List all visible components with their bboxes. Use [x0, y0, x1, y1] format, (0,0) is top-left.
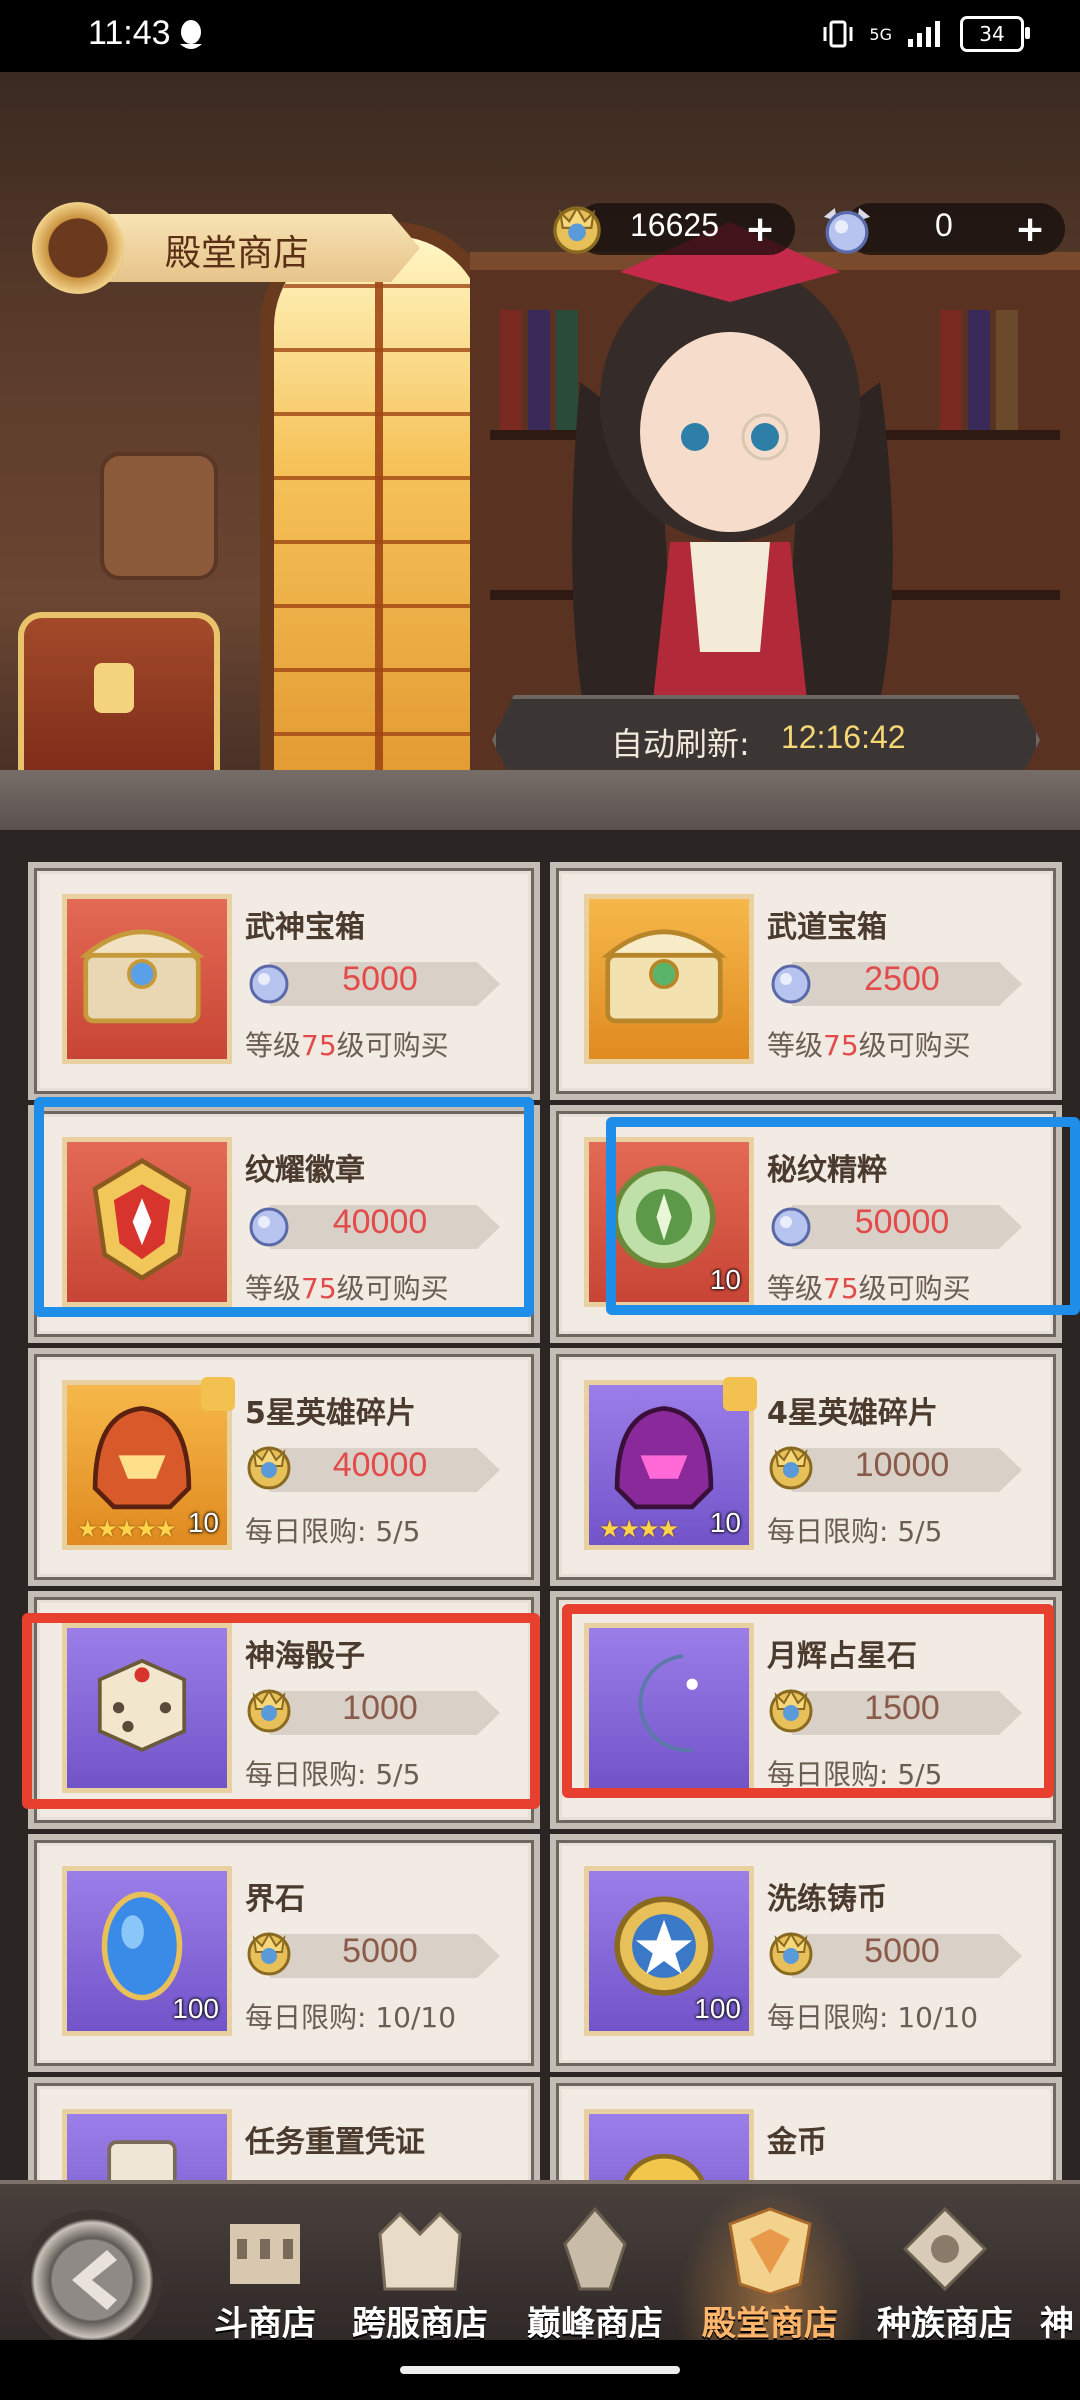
- crystal-orb-icon: [249, 964, 289, 1004]
- crystal-orb-icon: [823, 208, 871, 254]
- colosseum-icon: [230, 2224, 300, 2284]
- page-title: 殿堂商店: [165, 233, 310, 274]
- decor-chest: [18, 612, 220, 794]
- item-name: 金币: [767, 2125, 827, 2160]
- stained-window: [260, 222, 498, 810]
- crown-medal-icon: [769, 1446, 813, 1490]
- tab-label: 斗商店: [214, 2304, 316, 2344]
- treasure-chest-icon: [601, 929, 727, 1024]
- shop-item-card[interactable]: 武道宝箱 2500 等级75级可购买: [550, 862, 1062, 1100]
- item-price: 2500: [864, 960, 940, 998]
- highlight-box-blue: [606, 1117, 1080, 1315]
- battery-indicator: 34: [960, 16, 1030, 52]
- star-rating: ★★★★★: [77, 1515, 177, 1543]
- item-price: 10000: [854, 1446, 950, 1484]
- back-button[interactable]: [22, 2210, 162, 2350]
- treasure-chest-icon: [79, 929, 205, 1024]
- tab-arena-shop[interactable]: 斗商店: [180, 2204, 350, 2344]
- crown-medal-icon: [553, 205, 601, 254]
- star-rating: ★★★★: [599, 1515, 679, 1543]
- fragment-icon: [723, 1377, 757, 1411]
- battery-level: 34: [979, 22, 1005, 46]
- balloon-icon: [32, 202, 124, 294]
- tab-hall-shop[interactable]: 殿堂商店: [675, 2184, 865, 2344]
- item-quantity: 100: [172, 1993, 219, 2024]
- shop-tab-bar: 斗商店 跨服商店 巅峰商店 殿堂商店 种族商店 神: [0, 2180, 1080, 2350]
- item-name: 任务重置凭证: [245, 2125, 425, 2160]
- system-nav-bar: [0, 2340, 1080, 2400]
- status-time: 11:43: [88, 14, 171, 52]
- daily-limit: 每日限购: 5/5: [245, 1515, 421, 1548]
- back-arrow-icon: [72, 2250, 117, 2310]
- tab-label: 神: [1040, 2304, 1074, 2344]
- add-crystal-button[interactable]: +: [1015, 209, 1045, 250]
- item-name: 武神宝箱: [245, 910, 365, 945]
- item-name: 5星英雄碎片: [245, 1396, 416, 1431]
- vibrate-icon: [823, 20, 853, 48]
- counter-top: [0, 770, 1080, 830]
- currency-crystal: 0 +: [815, 197, 1065, 257]
- crown-gate-icon: [378, 2211, 462, 2291]
- item-price: 40000: [332, 1446, 428, 1484]
- network-type: 5G: [869, 24, 892, 44]
- crystal-balance: 0: [935, 207, 953, 243]
- shop-item-card[interactable]: ★★★★ 10 4星英雄碎片 10000 每日限购: 5/5: [550, 1348, 1062, 1586]
- qq-notification-icon: [180, 20, 202, 49]
- daily-limit: 每日限购: 10/10: [245, 2001, 457, 2034]
- purchase-condition: 等级75级可购买: [767, 1029, 971, 1062]
- item-name: 武道宝箱: [767, 910, 887, 945]
- item-price: 5000: [864, 1932, 940, 1970]
- medal-balance: 16625: [630, 207, 719, 243]
- peak-emblem-icon: [563, 2206, 627, 2291]
- tab-race-shop[interactable]: 种族商店: [860, 2204, 1030, 2344]
- crown-medal-icon: [769, 1932, 813, 1976]
- item-price: 5000: [342, 1932, 418, 1970]
- price-tag: 5000: [240, 1924, 510, 1980]
- tab-label: 跨服商店: [352, 2304, 488, 2344]
- daily-limit: 每日限购: 5/5: [767, 1515, 943, 1548]
- item-name: 4星英雄碎片: [767, 1396, 938, 1431]
- item-quantity: 100: [694, 1993, 741, 2024]
- refresh-countdown: 12:16:42: [781, 719, 906, 755]
- signal-icon: [908, 21, 940, 47]
- tab-peak-shop[interactable]: 巅峰商店: [510, 2204, 680, 2344]
- highlight-box-red: [22, 1613, 540, 1809]
- currency-medal: 16625 +: [545, 197, 795, 257]
- race-emblem-icon: [902, 2206, 988, 2292]
- crown-medal-icon: [247, 1932, 291, 1976]
- tab-label: 巅峰商店: [527, 2304, 663, 2344]
- status-bar: 11:43 5G 34: [0, 0, 1080, 72]
- add-medal-button[interactable]: +: [745, 209, 775, 250]
- item-name: 洗练铸币: [767, 1882, 887, 1917]
- item-price: 5000: [342, 960, 418, 998]
- highlight-box-red: [562, 1604, 1054, 1798]
- tab-cross-server-shop[interactable]: 跨服商店: [335, 2204, 505, 2344]
- tab-label: 殿堂商店: [702, 2304, 838, 2344]
- shop-item-card[interactable]: ★★★★★ 10 5星英雄碎片 40000 每日限购: 5/5: [28, 1348, 540, 1586]
- tab-partial[interactable]: 神: [1040, 2204, 1080, 2344]
- hall-emblem-icon: [728, 2207, 812, 2294]
- price-tag: 5000: [762, 1924, 1032, 1980]
- item-name: 界石: [245, 1882, 305, 1917]
- price-tag: 10000: [762, 1438, 1032, 1494]
- shop-item-card[interactable]: 武神宝箱 5000 等级75级可购买: [28, 862, 540, 1100]
- shop-title-badge: 殿堂商店: [0, 202, 430, 294]
- purchase-condition: 等级75级可购买: [245, 1029, 449, 1062]
- fragment-icon: [201, 1377, 235, 1411]
- crown-medal-icon: [247, 1446, 291, 1490]
- leather-bag: [100, 452, 218, 580]
- item-quantity: 10: [187, 1507, 219, 1538]
- highlight-box-blue: [34, 1097, 534, 1317]
- price-tag: 2500: [762, 952, 1032, 1008]
- home-indicator[interactable]: [400, 2366, 680, 2374]
- shop-item-card[interactable]: 100 洗练铸币 5000 每日限购: 10/10: [550, 1834, 1062, 2072]
- item-quantity: 10: [709, 1507, 741, 1538]
- price-tag: 5000: [240, 952, 510, 1008]
- daily-limit: 每日限购: 10/10: [767, 2001, 979, 2034]
- crystal-orb-icon: [771, 964, 811, 1004]
- shop-item-card[interactable]: 100 界石 5000 每日限购: 10/10: [28, 1834, 540, 2072]
- tab-label: 种族商店: [877, 2304, 1013, 2344]
- price-tag: 40000: [240, 1438, 510, 1494]
- refresh-label: 自动刷新:: [611, 725, 750, 763]
